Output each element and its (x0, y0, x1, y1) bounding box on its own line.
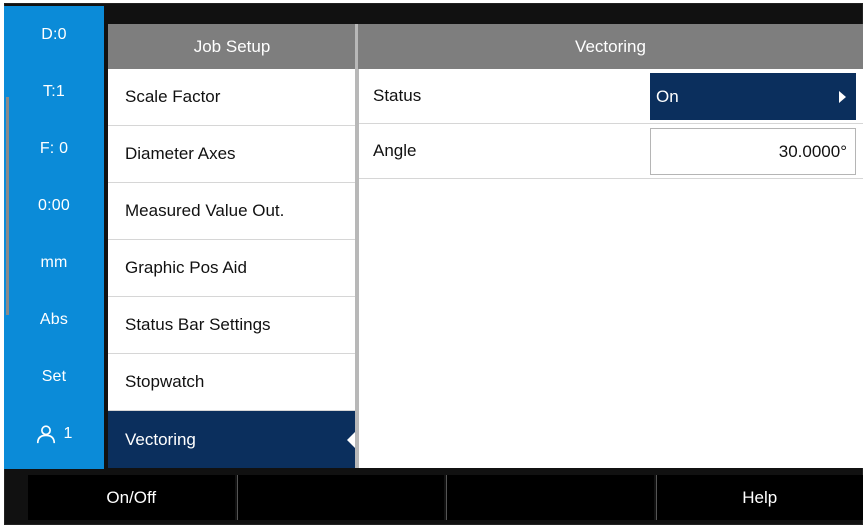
status-feedrate[interactable]: F: 0 (4, 120, 104, 177)
status-set[interactable]: Set (4, 348, 104, 405)
angle-label: Angle (373, 141, 417, 160)
softkey-3[interactable] (446, 475, 654, 520)
list-item-scale-factor[interactable]: Scale Factor (108, 69, 356, 126)
softkey-help[interactable]: Help (655, 475, 863, 520)
list-item-graphic-pos-aid[interactable]: Graphic Pos Aid (108, 240, 356, 297)
chevron-right-icon (839, 90, 846, 103)
list-items: Scale Factor Diameter Axes Measured Valu… (108, 69, 356, 468)
softkey-on-off[interactable]: On/Off (28, 475, 235, 520)
user-icon (37, 424, 56, 443)
detail-panel-title: Vectoring (358, 24, 863, 69)
list-item-diameter-axes[interactable]: Diameter Axes (108, 126, 356, 183)
job-setup-list: Scale Factor Diameter Axes Measured Valu… (108, 24, 356, 468)
list-item-label: Vectoring (125, 429, 196, 449)
softkey-bar: On/Off Help (28, 475, 863, 520)
status-datum[interactable]: D:0 (4, 6, 104, 63)
list-item-stopwatch[interactable]: Stopwatch (108, 354, 356, 411)
status-select[interactable]: On (650, 73, 856, 120)
list-panel-title: Job Setup (108, 24, 356, 69)
status-mode[interactable]: Abs (4, 291, 104, 348)
setting-row-status: Status On (359, 69, 863, 124)
user-number: 1 (63, 424, 73, 442)
setting-row-angle: Angle 30.0000° (359, 124, 863, 179)
list-scrollbar[interactable] (6, 97, 9, 315)
softkey-2[interactable] (236, 475, 444, 520)
list-item-measured-value-out[interactable]: Measured Value Out. (108, 183, 356, 240)
status-units[interactable]: mm (4, 234, 104, 291)
angle-value: 30.0000° (778, 141, 847, 161)
angle-input[interactable]: 30.0000° (650, 128, 856, 175)
status-tool[interactable]: T:1 (4, 63, 104, 120)
list-item-status-bar-settings[interactable]: Status Bar Settings (108, 297, 356, 354)
list-item-vectoring[interactable]: Vectoring (108, 411, 356, 468)
status-label: Status (373, 86, 422, 105)
vectoring-settings: Status On Angle 30.0000° (359, 69, 863, 468)
status-bar: D:0 T:1 F: 0 0:00 mm Abs Set 1 (4, 6, 104, 469)
status-value: On (656, 86, 679, 106)
status-user[interactable]: 1 (4, 405, 104, 462)
status-stopwatch[interactable]: 0:00 (4, 177, 104, 234)
